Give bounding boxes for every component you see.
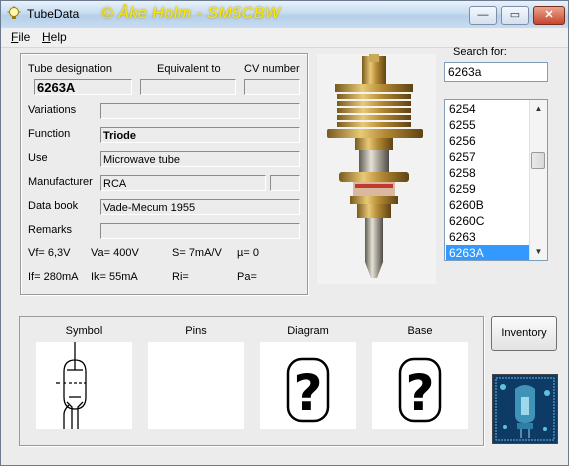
author-banner: © Åke Holm - SM5CBW [101,5,281,22]
equivalent-label: Equivalent to [157,63,221,75]
symbol-caption: Symbol [65,325,103,337]
spec-pa: Pa= [237,271,257,283]
designation-label: Tube designation [28,63,112,75]
maximize-icon: ▭ [509,9,521,21]
title-bar[interactable]: TubeData © Åke Holm - SM5CBW — ▭ ✕ [1,1,568,28]
window-title: TubeData [27,7,80,21]
minimize-icon: — [477,9,489,21]
question-mark-icon: ? [398,357,442,423]
scroll-thumb[interactable] [531,152,545,169]
base-caption: Base [407,325,433,337]
spec-vf: Vf= 6,3V [28,247,71,259]
tube-list[interactable]: 6254 6255 6256 6257 6258 6259 6260B 6260… [444,99,548,261]
spec-s: S= 7mA/V [172,247,222,259]
tubedata-window: TubeData © Åke Holm - SM5CBW — ▭ ✕ File … [0,0,569,466]
scroll-up-arrow-icon[interactable]: ▲ [530,100,547,117]
list-item[interactable]: 6263 [446,229,531,245]
databook-field[interactable]: Vade-Mecum 1955 [100,199,300,215]
lightbulb-icon [7,6,21,26]
close-icon: ✕ [544,9,554,21]
databook-label: Data book [28,200,79,212]
close-button[interactable]: ✕ [533,6,565,25]
pins-image [148,342,244,429]
list-item[interactable]: 6260C [446,213,531,229]
search-label: Search for: [453,46,507,58]
tube-data-group: Tube designation Equivalent to CV number… [20,53,308,295]
client-area: Tube designation Equivalent to CV number… [1,46,568,465]
tube-photo [317,54,436,284]
tubedata-logo [492,374,558,444]
variations-field[interactable] [100,103,300,119]
minimize-button[interactable]: — [469,6,497,25]
menu-help[interactable]: Help [42,30,67,44]
scroll-down-arrow-icon[interactable]: ▼ [530,243,547,260]
question-mark-icon: ? [286,357,330,423]
cv-number-field[interactable] [244,79,300,95]
list-item-selected[interactable]: 6263A [446,245,531,260]
list-item[interactable]: 6254 [446,101,531,117]
list-scrollbar[interactable]: ▲ ▼ [529,100,547,260]
triode-symbol-icon [56,342,87,429]
manufacturer-field[interactable]: RCA [100,175,266,191]
list-item[interactable]: 6259 [446,181,531,197]
spec-ik: Ik= 55mA [91,271,138,283]
spec-va: Va= 400V [91,247,139,259]
diagram-caption: Diagram [287,325,329,337]
spec-mu: µ= 0 [237,247,259,259]
use-field[interactable]: Microwave tube [100,151,300,167]
list-item[interactable]: 6257 [446,149,531,165]
diagram-image: ? [260,342,356,429]
inventory-button[interactable]: Inventory [491,316,557,351]
maximize-button[interactable]: ▭ [501,6,529,25]
equivalent-field[interactable] [140,79,236,95]
cv-label: CV number [244,63,300,75]
function-label: Function [28,128,71,140]
manufacturer-code-field[interactable] [270,175,300,191]
use-label: Use [28,152,48,164]
spec-if: If= 280mA [28,271,79,283]
search-input[interactable] [444,62,548,82]
pictures-panel: Symbol Pins Diagram Base ? ? [19,316,484,446]
menu-file[interactable]: File [11,30,30,44]
list-item[interactable]: 6256 [446,133,531,149]
designation-field[interactable]: 6263A [34,79,132,95]
spec-ri: Ri= [172,271,189,283]
svg-text:?: ? [405,364,434,422]
remarks-field[interactable] [100,223,300,239]
pins-caption: Pins [185,325,207,337]
list-item[interactable]: 6260B [446,197,531,213]
list-item[interactable]: 6258 [446,165,531,181]
menu-bar: File Help [1,28,568,48]
variations-label: Variations [28,104,77,116]
function-field[interactable]: Triode [100,127,300,143]
svg-text:?: ? [293,364,322,422]
remarks-label: Remarks [28,224,73,236]
symbol-image [36,342,132,429]
base-image: ? [372,342,468,429]
list-item[interactable]: 6255 [446,117,531,133]
manufacturer-label: Manufacturer [28,176,93,188]
